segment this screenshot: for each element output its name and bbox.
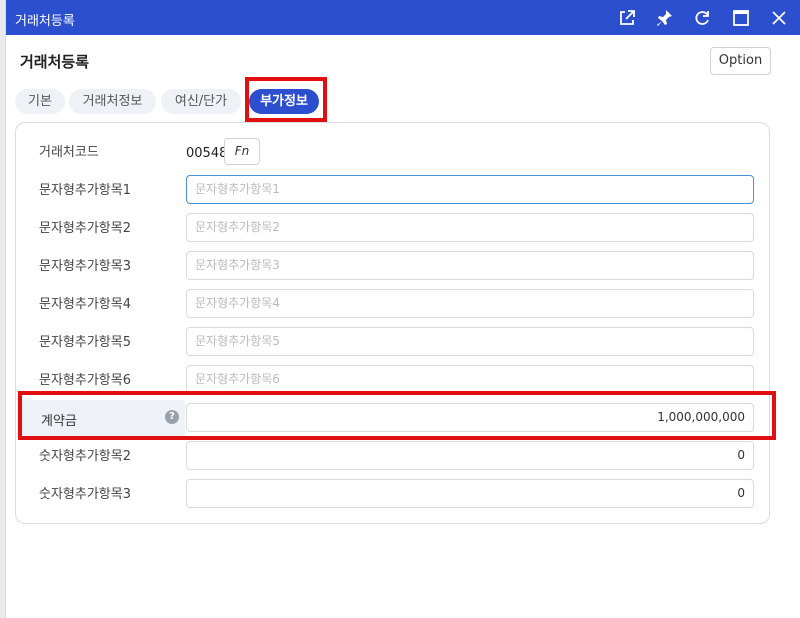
window-title: 거래처등록 <box>15 14 75 29</box>
dialog-window: 거래처등록 거래처등록 Option 기본 거래처정보 여신/단가 부가정보 거… <box>5 0 800 618</box>
text-field-5[interactable]: 문자형추가항목5 <box>186 327 754 356</box>
text-field-3[interactable]: 문자형추가항목3 <box>186 251 754 280</box>
external-link-icon[interactable] <box>617 8 637 28</box>
num-field-3[interactable]: 0 <box>186 479 754 508</box>
pin-icon[interactable] <box>654 8 674 28</box>
text-field-label-5: 문자형추가항목5 <box>39 335 131 350</box>
text-field-4[interactable]: 문자형추가항목4 <box>186 289 754 318</box>
num-field-2[interactable]: 0 <box>186 441 754 470</box>
titlebar: 거래처등록 <box>6 0 800 35</box>
maximize-icon[interactable] <box>731 8 751 28</box>
text-field-2[interactable]: 문자형추가항목2 <box>186 213 754 242</box>
page-title: 거래처등록 <box>20 53 90 71</box>
amount-highlight-box <box>18 391 776 440</box>
refresh-icon[interactable] <box>692 8 712 28</box>
tab-credit-price[interactable]: 여신/단가 <box>161 89 241 114</box>
code-label: 거래처코드 <box>39 145 99 160</box>
tab-basic[interactable]: 기본 <box>15 89 65 114</box>
close-icon[interactable] <box>769 8 789 28</box>
fn-button[interactable]: Fn <box>224 138 260 165</box>
text-field-label-6: 문자형추가항목6 <box>39 373 131 388</box>
num-field-label-2: 숫자형추가항목2 <box>39 449 131 464</box>
text-field-label-2: 문자형추가항목2 <box>39 221 131 236</box>
option-button[interactable]: Option <box>710 47 771 75</box>
tab-highlight-box <box>245 77 327 122</box>
text-field-label-1: 문자형추가항목1 <box>39 183 131 198</box>
code-value: 00548 <box>186 146 228 161</box>
tab-customer-info[interactable]: 거래처정보 <box>69 89 156 114</box>
text-field-1[interactable]: 문자형추가항목1 <box>186 175 754 204</box>
text-field-6[interactable]: 문자형추가항목6 <box>186 365 754 394</box>
num-field-label-3: 숫자형추가항목3 <box>39 487 131 502</box>
text-field-label-3: 문자형추가항목3 <box>39 259 131 274</box>
text-field-label-4: 문자형추가항목4 <box>39 297 131 312</box>
